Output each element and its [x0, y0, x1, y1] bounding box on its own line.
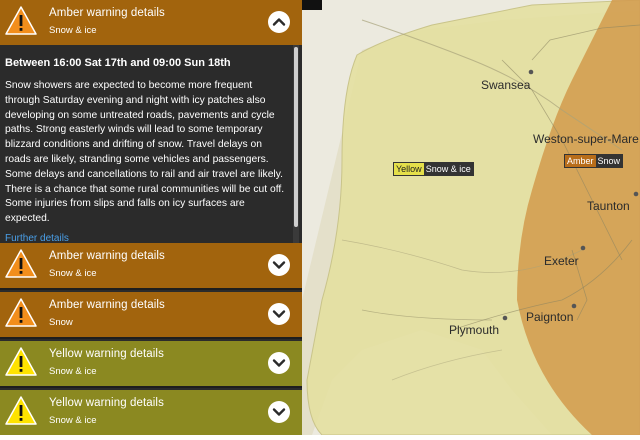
- warning-map[interactable]: Swansea Weston-super-Mare Taunton Exeter…: [302, 0, 640, 436]
- warning-subtitle: Snow & ice: [49, 268, 97, 279]
- town-label-taunton: Taunton: [587, 199, 630, 213]
- warning-triangle-icon: [5, 347, 37, 376]
- town-marker-taunton: [633, 191, 639, 197]
- map-label-amber-snow[interactable]: Amber Snow: [564, 154, 624, 168]
- warning-title: Yellow warning details: [49, 348, 164, 360]
- chevron-down-icon[interactable]: [268, 352, 290, 374]
- chevron-down-icon[interactable]: [268, 401, 290, 423]
- warning-subtitle: Snow & ice: [49, 415, 97, 426]
- warning-row-yellow-snow-ice[interactable]: Yellow warning details Snow & ice: [0, 341, 302, 388]
- map-label-level: Amber: [565, 155, 596, 167]
- town-label-weston-super-mare: Weston-super-Mare: [533, 132, 639, 146]
- warning-period: Between 16:00 Sat 17th and 09:00 Sun 18t…: [5, 57, 231, 69]
- map-label-type: Snow & ice: [423, 163, 473, 175]
- warning-title: Amber warning details: [49, 250, 165, 262]
- warning-row-yellow-snow-ice[interactable]: Yellow warning details Snow & ice: [0, 390, 302, 435]
- details-scrollbar-thumb[interactable]: [294, 47, 298, 227]
- warning-description: Snow showers are expected to become more…: [5, 80, 285, 225]
- town-marker-exeter: [580, 245, 586, 251]
- warning-title: Yellow warning details: [49, 397, 164, 409]
- town-marker-swansea: [528, 69, 534, 75]
- warning-row-amber-snow-ice-expanded[interactable]: Amber warning details Snow & ice: [0, 0, 302, 47]
- warning-triangle-icon: [5, 298, 37, 327]
- warning-triangle-icon: [5, 6, 37, 35]
- map-canvas[interactable]: Swansea Weston-super-Mare Taunton Exeter…: [302, 0, 640, 436]
- warning-triangle-icon: [5, 396, 37, 425]
- warning-subtitle: Snow: [49, 317, 73, 328]
- warning-title: Amber warning details: [49, 7, 165, 19]
- map-label-yellow-snow-ice[interactable]: Yellow Snow & ice: [393, 162, 474, 176]
- warning-row-amber-snow[interactable]: Amber warning details Snow: [0, 292, 302, 339]
- map-label-level: Yellow: [394, 163, 424, 175]
- chevron-down-icon[interactable]: [268, 303, 290, 325]
- town-label-plymouth: Plymouth: [449, 323, 499, 337]
- town-label-swansea: Swansea: [481, 78, 531, 92]
- town-label-paignton: Paignton: [526, 310, 573, 324]
- warning-title: Amber warning details: [49, 299, 165, 311]
- warning-row-amber-snow-ice[interactable]: Amber warning details Snow & ice: [0, 243, 302, 290]
- warning-subtitle: Snow & ice: [49, 366, 97, 377]
- warning-details-panel: Between 16:00 Sat 17th and 09:00 Sun 18t…: [0, 45, 302, 243]
- warning-subtitle: Snow & ice: [49, 25, 97, 36]
- town-label-exeter: Exeter: [544, 254, 579, 268]
- warning-triangle-icon: [5, 249, 37, 278]
- town-marker-paignton: [571, 303, 577, 309]
- further-details-link[interactable]: Further details: [5, 233, 69, 243]
- warnings-sidebar: Amber warning details Snow & ice Between…: [0, 0, 302, 435]
- map-label-type: Snow: [595, 155, 623, 167]
- chevron-down-icon[interactable]: [268, 254, 290, 276]
- town-marker-plymouth: [502, 315, 508, 321]
- chevron-up-icon[interactable]: [268, 11, 290, 33]
